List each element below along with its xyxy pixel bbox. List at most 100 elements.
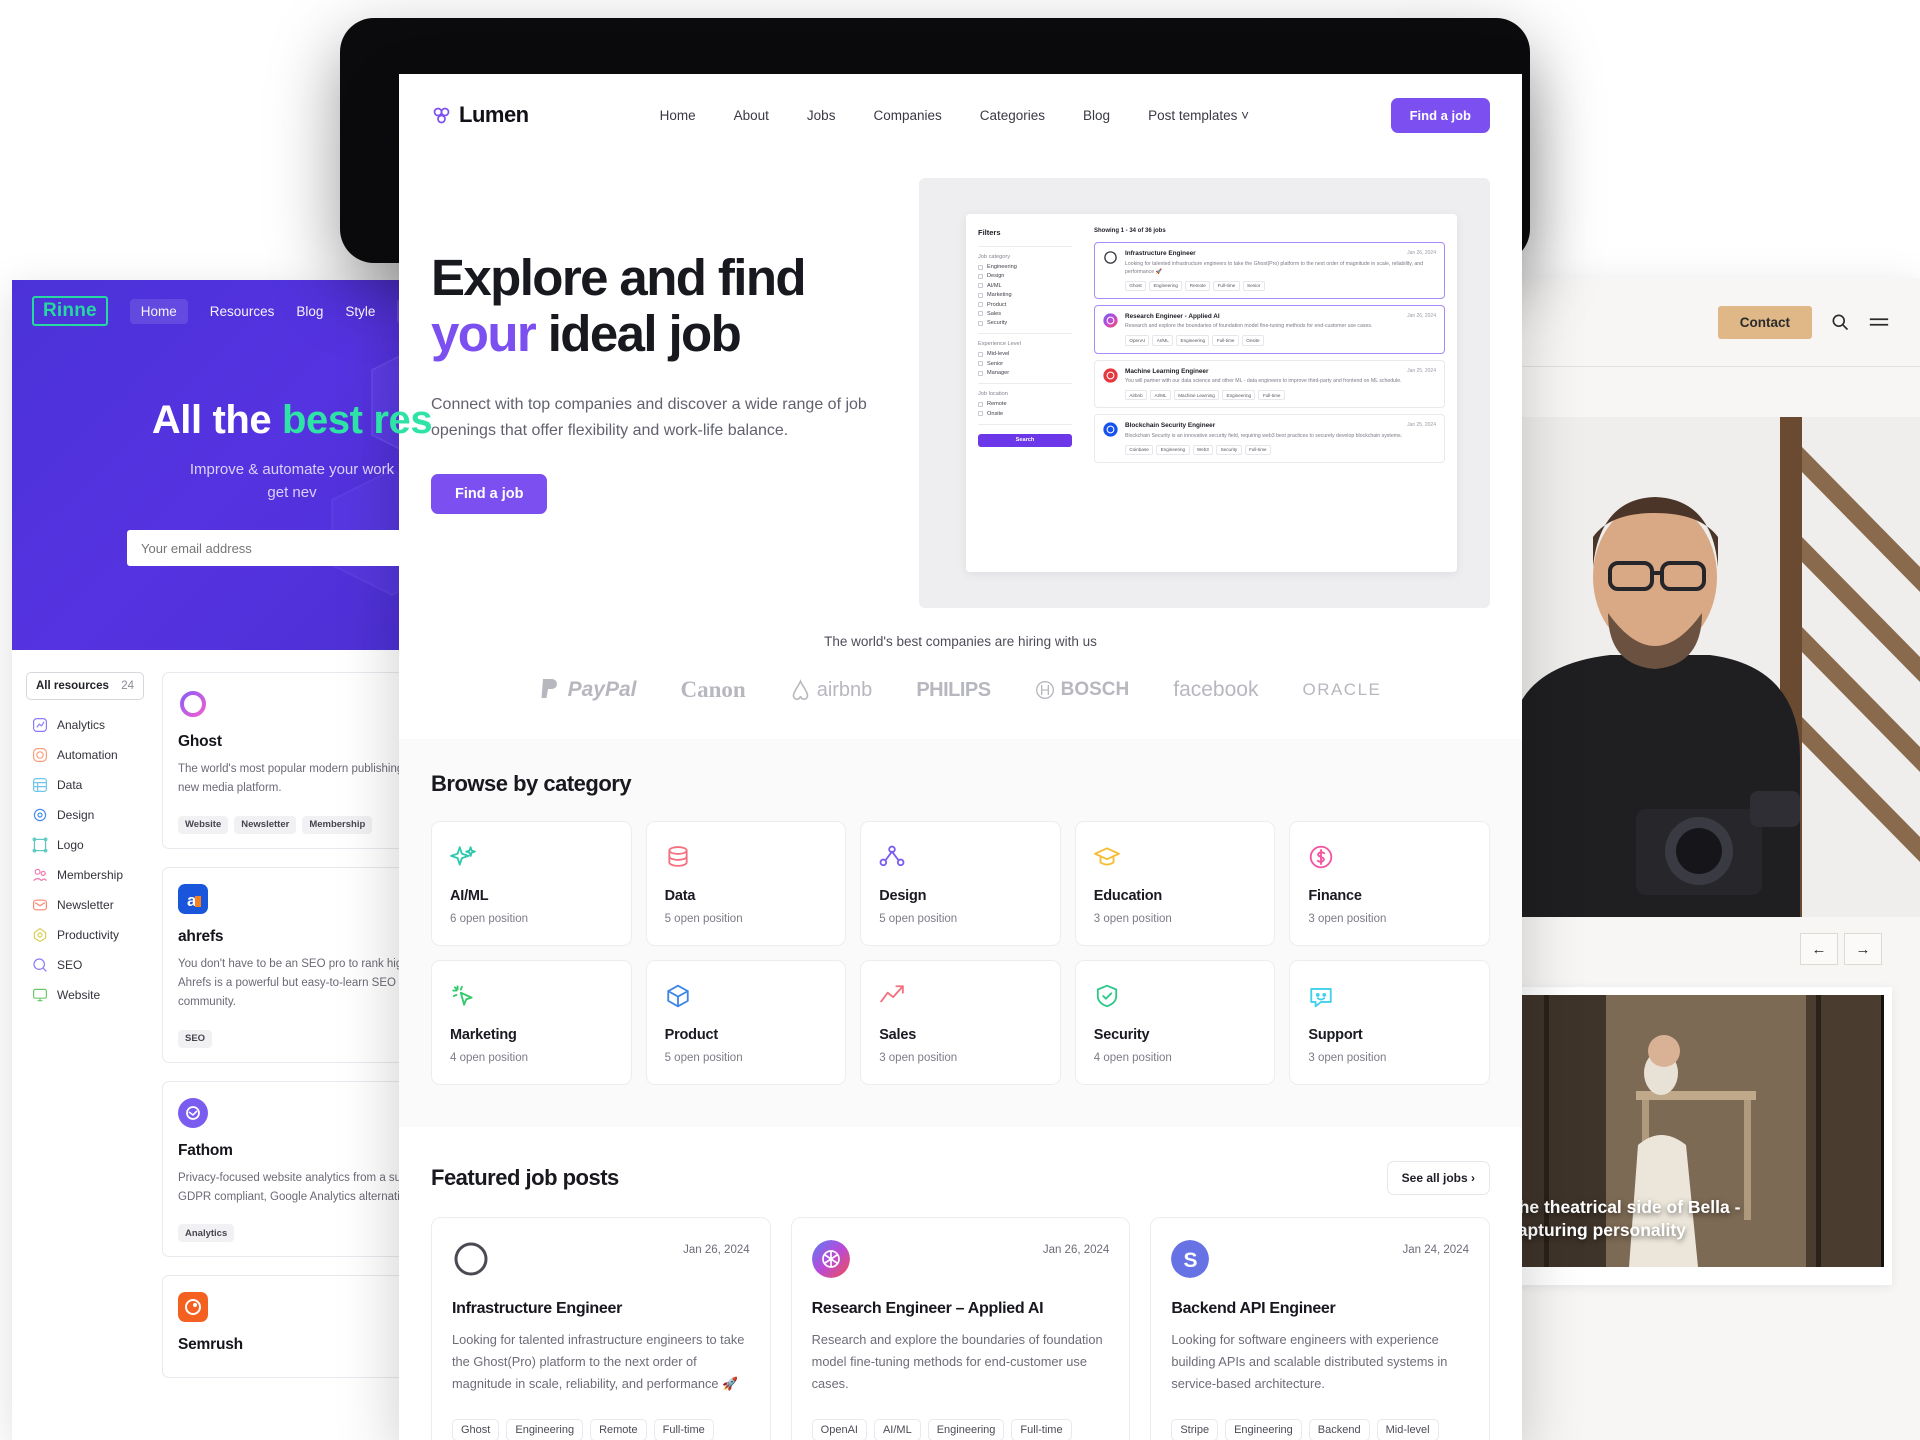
screenshot-job-tag[interactable]: Airbnb — [1125, 390, 1148, 401]
checkbox-icon[interactable] — [978, 302, 983, 308]
screenshot-job-tag[interactable]: Full-time — [1212, 335, 1239, 346]
screenshot-job-tag[interactable]: Coinbase — [1125, 444, 1154, 456]
carousel-prev-button[interactable]: ← — [1800, 933, 1838, 965]
screenshot-job-tag[interactable]: Full-time — [1213, 280, 1240, 291]
job-tag[interactable]: Engineering — [1225, 1419, 1302, 1440]
category-card-design[interactable]: Design 5 open position — [860, 821, 1061, 946]
job-category-option[interactable]: AI/ML — [978, 283, 1072, 289]
lumen-logo[interactable]: Lumen — [431, 102, 529, 128]
screenshot-job-tag[interactable]: Senior — [1242, 280, 1265, 291]
job-tag[interactable]: Backend — [1308, 1419, 1370, 1440]
checkbox-icon[interactable] — [978, 311, 983, 317]
rinne-nav-resources[interactable]: Resources — [210, 304, 275, 319]
screenshot-job-row[interactable]: Machine Learning Engineer Jan 25, 2024 Yo… — [1094, 359, 1445, 409]
category-card-ai-ml[interactable]: AI/ML 6 open position — [431, 821, 632, 946]
nav-companies[interactable]: Companies — [873, 108, 941, 123]
job-tag[interactable]: Full-time — [653, 1419, 714, 1440]
screenshot-job-row[interactable]: Blockchain Security Engineer Jan 25, 2024… — [1094, 414, 1445, 464]
category-grid[interactable]: AI/ML 6 open position Data 5 open positi… — [431, 821, 1490, 1085]
filter-group-job-category[interactable]: Engineering Design AI/ML Marketing Product Sa… — [978, 264, 1072, 326]
screenshot-job-tag[interactable]: Full-time — [1258, 390, 1285, 401]
sidebar-item-website[interactable]: Website — [26, 980, 144, 1010]
search-icon[interactable] — [1830, 312, 1850, 332]
nav-about[interactable]: About — [734, 108, 769, 123]
screenshot-search-button[interactable]: Search — [978, 433, 1072, 447]
category-card-security[interactable]: Security 4 open position — [1074, 960, 1276, 1085]
screenshot-job-row[interactable]: Infrastructure Engineer Jan 26, 2024 Look… — [1094, 242, 1445, 299]
job-tag[interactable]: AI/ML — [873, 1419, 921, 1440]
screenshot-job-tag[interactable]: AI/ML — [1150, 390, 1171, 401]
screenshot-job-tag[interactable]: Machine Learning — [1173, 390, 1220, 401]
screenshot-filters-panel[interactable]: Filters Job category Engineering Design AI… — [978, 228, 1082, 558]
experience-level-option[interactable]: Mid-level — [978, 351, 1072, 357]
nav-categories[interactable]: Categories — [980, 108, 1045, 123]
screenshot-job-tag[interactable]: Engineering — [1222, 390, 1256, 401]
sidebar-item-automation[interactable]: Automation — [26, 740, 144, 770]
checkbox-icon[interactable] — [978, 273, 983, 279]
nav-jobs[interactable]: Jobs — [807, 108, 836, 123]
screenshot-job-tag[interactable]: Web3 — [1192, 444, 1214, 456]
filter-group-experience[interactable]: Mid-level Senior Manager — [978, 351, 1072, 376]
category-card-product[interactable]: Product 5 open position — [645, 960, 847, 1085]
checkbox-icon[interactable] — [978, 411, 983, 417]
screenshot-job-tag[interactable]: OpenAI — [1125, 335, 1150, 346]
checkbox-icon[interactable] — [978, 401, 983, 407]
sidebar-item-design[interactable]: Design — [26, 800, 144, 830]
job-tag[interactable]: Engineering — [927, 1419, 1005, 1440]
category-card-sales[interactable]: Sales 3 open position — [860, 960, 1061, 1085]
sidebar-item-productivity[interactable]: Productivity — [26, 920, 144, 950]
screenshot-job-tag[interactable]: Engineering — [1149, 280, 1183, 291]
job-category-option[interactable]: Engineering — [978, 264, 1072, 270]
sidebar-item-membership[interactable]: Membership — [26, 860, 144, 890]
sidebar-item-newsletter[interactable]: Newsletter — [26, 890, 144, 920]
contact-button[interactable]: Contact — [1717, 305, 1812, 339]
checkbox-icon[interactable] — [978, 361, 983, 367]
screenshot-job-tag[interactable]: Engineering — [1156, 444, 1190, 456]
experience-level-option[interactable]: Manager — [978, 370, 1072, 376]
see-all-jobs-button[interactable]: See all jobs › — [1386, 1161, 1490, 1195]
rinne-navbar[interactable]: Rinne Home Resources Blog Style Members … — [12, 280, 572, 326]
screenshot-job-row[interactable]: Research Engineer - Applied AI Jan 26, 20… — [1094, 304, 1445, 354]
sidebar-category-list[interactable]: Analytics Automation Data Design Logo Me… — [26, 710, 144, 1010]
job-location-option[interactable]: Onsite — [978, 411, 1072, 417]
job-category-option[interactable]: Marketing — [978, 292, 1072, 298]
carousel-next-button[interactable]: → — [1844, 933, 1882, 965]
job-category-option[interactable]: Product — [978, 302, 1072, 308]
sidebar-item-all-resources[interactable]: All resources 24 — [26, 672, 144, 700]
screenshot-job-tag[interactable]: Ghost — [1125, 280, 1147, 291]
screenshot-job-tag[interactable]: AI/ML — [1152, 335, 1174, 346]
job-tag[interactable]: Remote — [590, 1419, 647, 1440]
resource-tag[interactable]: Website — [178, 815, 229, 834]
job-tag[interactable]: Ghost — [452, 1419, 500, 1440]
job-category-option[interactable]: Security — [978, 320, 1072, 326]
job-location-option[interactable]: Remote — [978, 401, 1072, 407]
rinne-nav-home[interactable]: Home — [129, 298, 188, 324]
screenshot-job-tag[interactable]: Onsite — [1241, 335, 1264, 346]
hamburger-menu-icon[interactable] — [1868, 314, 1890, 330]
rinne-nav-blog[interactable]: Blog — [296, 304, 323, 319]
checkbox-icon[interactable] — [978, 283, 983, 289]
category-card-data[interactable]: Data 5 open position — [645, 821, 847, 946]
sidebar-item-seo[interactable]: SEO — [26, 950, 144, 980]
checkbox-icon[interactable] — [978, 351, 983, 357]
lumen-navbar[interactable]: Lumen Home About Jobs Companies Categori… — [399, 74, 1522, 156]
filter-group-location[interactable]: Remote Onsite — [978, 401, 1072, 417]
photo-article-card[interactable]: The theatrical side of Bella - capturing… — [1478, 987, 1892, 1285]
screenshot-job-tag[interactable]: Full-time — [1244, 444, 1272, 456]
find-a-job-button-nav[interactable]: Find a job — [1390, 97, 1490, 133]
category-card-support[interactable]: Support 3 open position — [1289, 960, 1490, 1085]
resource-tag[interactable]: Analytics — [178, 1224, 235, 1243]
checkbox-icon[interactable] — [978, 292, 983, 298]
resource-tag[interactable]: SEO — [178, 1029, 213, 1048]
sidebar-item-data[interactable]: Data — [26, 770, 144, 800]
job-category-option[interactable]: Sales — [978, 311, 1072, 317]
resource-tag[interactable]: Membership — [302, 815, 373, 834]
job-tag[interactable]: Stripe — [1171, 1419, 1219, 1440]
lumen-nav-links[interactable]: Home About Jobs Companies Categories Blo… — [660, 108, 1249, 123]
category-card-education[interactable]: Education 3 open position — [1074, 821, 1276, 946]
checkbox-icon[interactable] — [978, 320, 983, 326]
experience-level-option[interactable]: Senior — [978, 361, 1072, 367]
featured-job-card[interactable]: S Jan 24, 2024 Backend API Engineer Look… — [1150, 1217, 1490, 1440]
sidebar-item-analytics[interactable]: Analytics — [26, 710, 144, 740]
featured-job-card[interactable]: Jan 26, 2024 Infrastructure Engineer Loo… — [431, 1217, 771, 1440]
